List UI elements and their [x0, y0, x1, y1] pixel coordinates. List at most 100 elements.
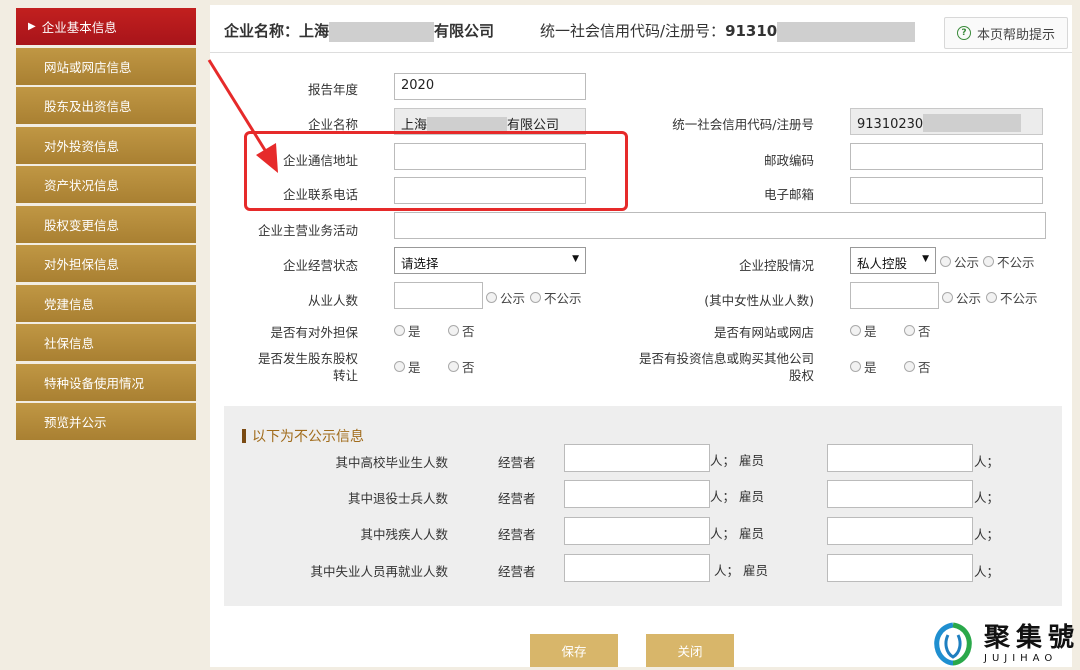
- operator-label: 经营者: [498, 455, 536, 470]
- veterans-employee-input[interactable]: [827, 480, 973, 508]
- female-employees-input[interactable]: [850, 282, 939, 309]
- female-nonpublic-radio[interactable]: 不公示: [986, 288, 1038, 307]
- guarantee-yes-radio[interactable]: 是: [394, 321, 421, 340]
- sidebar-item-label: 企业基本信息: [41, 20, 117, 35]
- radio-icon: [394, 361, 405, 372]
- header-credit-code: 统一社会信用代码/注册号：91310: [540, 20, 916, 42]
- business-label: 企业主营业务活动: [257, 223, 358, 238]
- email-label: 电子邮箱: [763, 187, 814, 202]
- sidebar-item-label: 党建信息: [44, 296, 95, 312]
- sidebar-item-label: 对外担保信息: [44, 257, 120, 272]
- guarantee-no-radio[interactable]: 否: [448, 321, 475, 340]
- sidebar-item-investment[interactable]: 对外投资信息: [16, 126, 196, 164]
- postcode-label: 邮政编码: [763, 153, 814, 168]
- status-select[interactable]: 请选择 ▼: [394, 247, 586, 274]
- radio-icon: [448, 361, 459, 372]
- radio-icon: [904, 361, 915, 372]
- holding-nonpublic-radio[interactable]: 不公示: [983, 252, 1035, 271]
- nonpublic-row-label: 其中残疾人人数: [360, 527, 448, 542]
- employees-nonpublic-radio[interactable]: 不公示: [530, 288, 582, 307]
- operator-label: 经营者: [498, 564, 536, 579]
- holding-public-radio[interactable]: 公示: [940, 252, 979, 271]
- graduates-employee-input[interactable]: [827, 444, 973, 472]
- disabled-operator-input[interactable]: [564, 517, 710, 545]
- invest-yes-radio[interactable]: 是: [850, 357, 877, 376]
- sidebar-item-label: 特种设备使用情况: [44, 375, 145, 391]
- holding-select[interactable]: 私人控股 ▼: [850, 247, 936, 274]
- dropdown-arrow-icon: ▼: [922, 254, 929, 264]
- unit-label: 人；: [974, 490, 1000, 505]
- employee-unit-label: 人； 雇员: [710, 489, 764, 504]
- help-icon: ?: [956, 26, 971, 40]
- dropdown-arrow-icon: ▼: [572, 254, 579, 264]
- sidebar-item-label: 社保信息: [44, 336, 95, 351]
- graduates-operator-input[interactable]: [564, 444, 710, 472]
- header-bar: 企业名称：上海 有限公司 统一社会信用代码/注册号：91310 ? 本页帮助提示: [210, 5, 1072, 53]
- sidebar-item-website[interactable]: 网站或网店信息: [16, 47, 196, 85]
- watermark-logo: 聚集號 JUJIHAO: [930, 618, 1080, 670]
- redaction-mask: [329, 21, 435, 42]
- sidebar-item-label: 股东及出资信息: [44, 99, 132, 114]
- sidebar-item-label: 资产状况信息: [44, 178, 120, 193]
- radio-icon: [850, 325, 861, 336]
- sidebar-item-social-security[interactable]: 社保信息: [16, 324, 196, 361]
- website-label: 是否有网站或网店: [713, 325, 814, 340]
- invest-no-radio[interactable]: 否: [904, 357, 931, 376]
- equity-transfer-label: 是否发生股东股权 转让: [257, 351, 358, 383]
- status-label: 企业经营状态: [282, 258, 358, 273]
- website-no-radio[interactable]: 否: [904, 321, 931, 340]
- radio-icon: [904, 325, 915, 336]
- employees-public-radio[interactable]: 公示: [486, 288, 525, 307]
- section-bar-icon: [242, 429, 246, 443]
- radio-icon: [940, 256, 951, 267]
- arrow-annotation-icon: [207, 59, 278, 173]
- sidebar-item-equity-change[interactable]: 股权变更信息: [16, 205, 196, 243]
- sidebar-item-label: 股权变更信息: [44, 217, 120, 233]
- nonpublic-row-label: 其中高校毕业生人数: [335, 455, 448, 470]
- unit-label: 人；: [974, 564, 1000, 579]
- close-button[interactable]: 关闭: [646, 634, 734, 667]
- radio-icon: [983, 256, 994, 267]
- veterans-operator-input[interactable]: [564, 480, 710, 508]
- guarantee-label: 是否有对外担保: [270, 325, 358, 340]
- save-button[interactable]: 保存: [530, 634, 618, 667]
- section-title: 以下为不公示信息: [242, 426, 364, 446]
- unit-label: 人；: [974, 527, 1000, 542]
- reemployed-employee-input[interactable]: [827, 554, 973, 582]
- disabled-employee-input[interactable]: [827, 517, 973, 545]
- sidebar-item-guarantee[interactable]: 对外担保信息: [16, 245, 196, 282]
- employee-unit-label: 人； 雇员: [710, 526, 764, 541]
- highlight-box: [244, 131, 628, 211]
- postcode-input[interactable]: [850, 143, 1043, 170]
- sidebar-item-shareholders[interactable]: 股东及出资信息: [16, 87, 196, 124]
- sidebar-item-assets[interactable]: 资产状况信息: [16, 166, 196, 203]
- redaction-mask: [923, 114, 1022, 132]
- reemployed-operator-input[interactable]: [564, 554, 710, 582]
- logo-mark-icon: [934, 622, 972, 666]
- employees-input[interactable]: [394, 282, 483, 309]
- logo-text: 聚集號 JUJIHAO: [984, 622, 1080, 664]
- nonpublic-row-label: 其中失业人员再就业人数: [310, 564, 448, 579]
- credit-code-field: 91310230: [850, 108, 1043, 135]
- sidebar: ▶ 企业基本信息 网站或网店信息 股东及出资信息 对外投资信息 资产状况信息 股…: [16, 8, 196, 443]
- sidebar-item-party[interactable]: 党建信息: [16, 284, 196, 322]
- radio-icon: [530, 292, 541, 303]
- redaction-mask: [427, 117, 508, 131]
- sidebar-item-preview[interactable]: 预览并公示: [16, 403, 196, 440]
- email-input[interactable]: [850, 177, 1043, 204]
- equity-transfer-no-radio[interactable]: 否: [448, 357, 475, 376]
- female-public-radio[interactable]: 公示: [942, 288, 981, 307]
- sidebar-item-special-equipment[interactable]: 特种设备使用情况: [16, 363, 196, 401]
- operator-label: 经营者: [498, 491, 536, 506]
- report-year-input[interactable]: 2020: [394, 73, 586, 100]
- sidebar-item-label: 网站或网店信息: [44, 59, 132, 75]
- website-yes-radio[interactable]: 是: [850, 321, 877, 340]
- business-input[interactable]: [394, 212, 1046, 239]
- header-company-name: 企业名称：上海 有限公司: [224, 21, 495, 42]
- equity-transfer-yes-radio[interactable]: 是: [394, 357, 421, 376]
- radio-icon: [486, 292, 497, 303]
- employees-label: 从业人数: [307, 293, 358, 308]
- radio-icon: [448, 325, 459, 336]
- help-button[interactable]: ? 本页帮助提示: [944, 17, 1068, 49]
- sidebar-item-basic-info[interactable]: ▶ 企业基本信息: [16, 8, 196, 45]
